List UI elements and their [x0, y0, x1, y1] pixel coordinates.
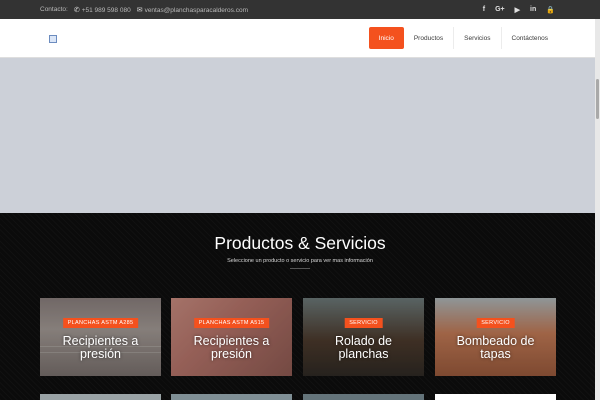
email-link[interactable]: ✉ ventas@planchasparacalderos.com [137, 6, 248, 14]
card-badge: PLANCHAS ASTM A285 [62, 318, 139, 328]
social-links: f G+ ▶ in 🔒 [483, 0, 555, 19]
service-card-bombeado[interactable]: SERVICIO Bombeado de tapas [435, 298, 556, 376]
section-subtitle: Seleccione un producto o servicio para v… [227, 258, 373, 264]
hero-banner [0, 58, 600, 213]
next-row-card[interactable] [171, 394, 292, 400]
lock-icon[interactable]: 🔒 [546, 6, 555, 14]
service-card-rolado[interactable]: SERVICIO Rolado de planchas [303, 298, 424, 376]
facebook-icon[interactable]: f [483, 6, 485, 13]
card-badge: SERVICIO [476, 318, 515, 328]
product-card-a515[interactable]: PLANCHAS ASTM A515 Recipientes a presión [171, 298, 292, 376]
card-title: Bombeado de tapas [435, 335, 556, 360]
card-badge: SERVICIO [344, 318, 383, 328]
youtube-icon[interactable]: ▶ [515, 6, 520, 14]
card-badge: PLANCHAS ASTM A515 [193, 318, 270, 328]
linkedin-icon[interactable]: in [530, 6, 536, 13]
card-title-line: planchas [338, 346, 389, 361]
main-nav: Inicio Productos Servicios Contáctenos [368, 27, 559, 49]
next-row-card[interactable] [303, 394, 424, 400]
site-logo[interactable] [49, 35, 57, 43]
contact-label: Contacto: [40, 6, 68, 13]
contact-info: Contacto: ✆ +51 989 598 080 ✉ ventas@planc… [40, 0, 248, 19]
envelope-icon: ✉ [136, 6, 143, 14]
page: Contacto: ✆ +51 989 598 080 ✉ ventas@planc… [0, 0, 600, 400]
nav-item-contactenos[interactable]: Contáctenos [500, 27, 559, 49]
card-title-line: tapas [480, 346, 511, 361]
nav-item-productos[interactable]: Productos [404, 27, 453, 49]
card-title: Recipientes a presión [40, 335, 161, 360]
section-divider [290, 268, 310, 269]
section-title: Productos & Servicios [214, 233, 386, 253]
phone-icon: ✆ [73, 6, 80, 14]
site-header: Inicio Productos Servicios Contáctenos [0, 19, 600, 58]
scrollbar[interactable] [595, 19, 600, 400]
phone-link[interactable]: ✆ +51 989 598 080 [74, 6, 131, 14]
product-card-a285[interactable]: PLANCHAS ASTM A285 Recipientes a presión [40, 298, 161, 376]
next-row-card[interactable] [40, 394, 161, 400]
google-plus-icon[interactable]: G+ [495, 6, 505, 13]
email-address: ventas@planchasparacalderos.com [144, 6, 248, 14]
card-title-line: presión [80, 346, 121, 361]
phone-number: +51 989 598 080 [81, 6, 131, 14]
scrollbar-thumb[interactable] [596, 79, 599, 119]
card-title: Recipientes a presión [171, 335, 292, 360]
card-title-line: presión [211, 346, 252, 361]
next-row-card[interactable] [435, 394, 556, 400]
card-title: Rolado de planchas [303, 335, 424, 360]
top-bar: Contacto: ✆ +51 989 598 080 ✉ ventas@planc… [0, 0, 600, 19]
nav-item-servicios[interactable]: Servicios [453, 27, 500, 49]
products-section: Productos & Servicios Seleccione un prod… [0, 213, 600, 400]
nav-item-inicio[interactable]: Inicio [368, 27, 404, 49]
